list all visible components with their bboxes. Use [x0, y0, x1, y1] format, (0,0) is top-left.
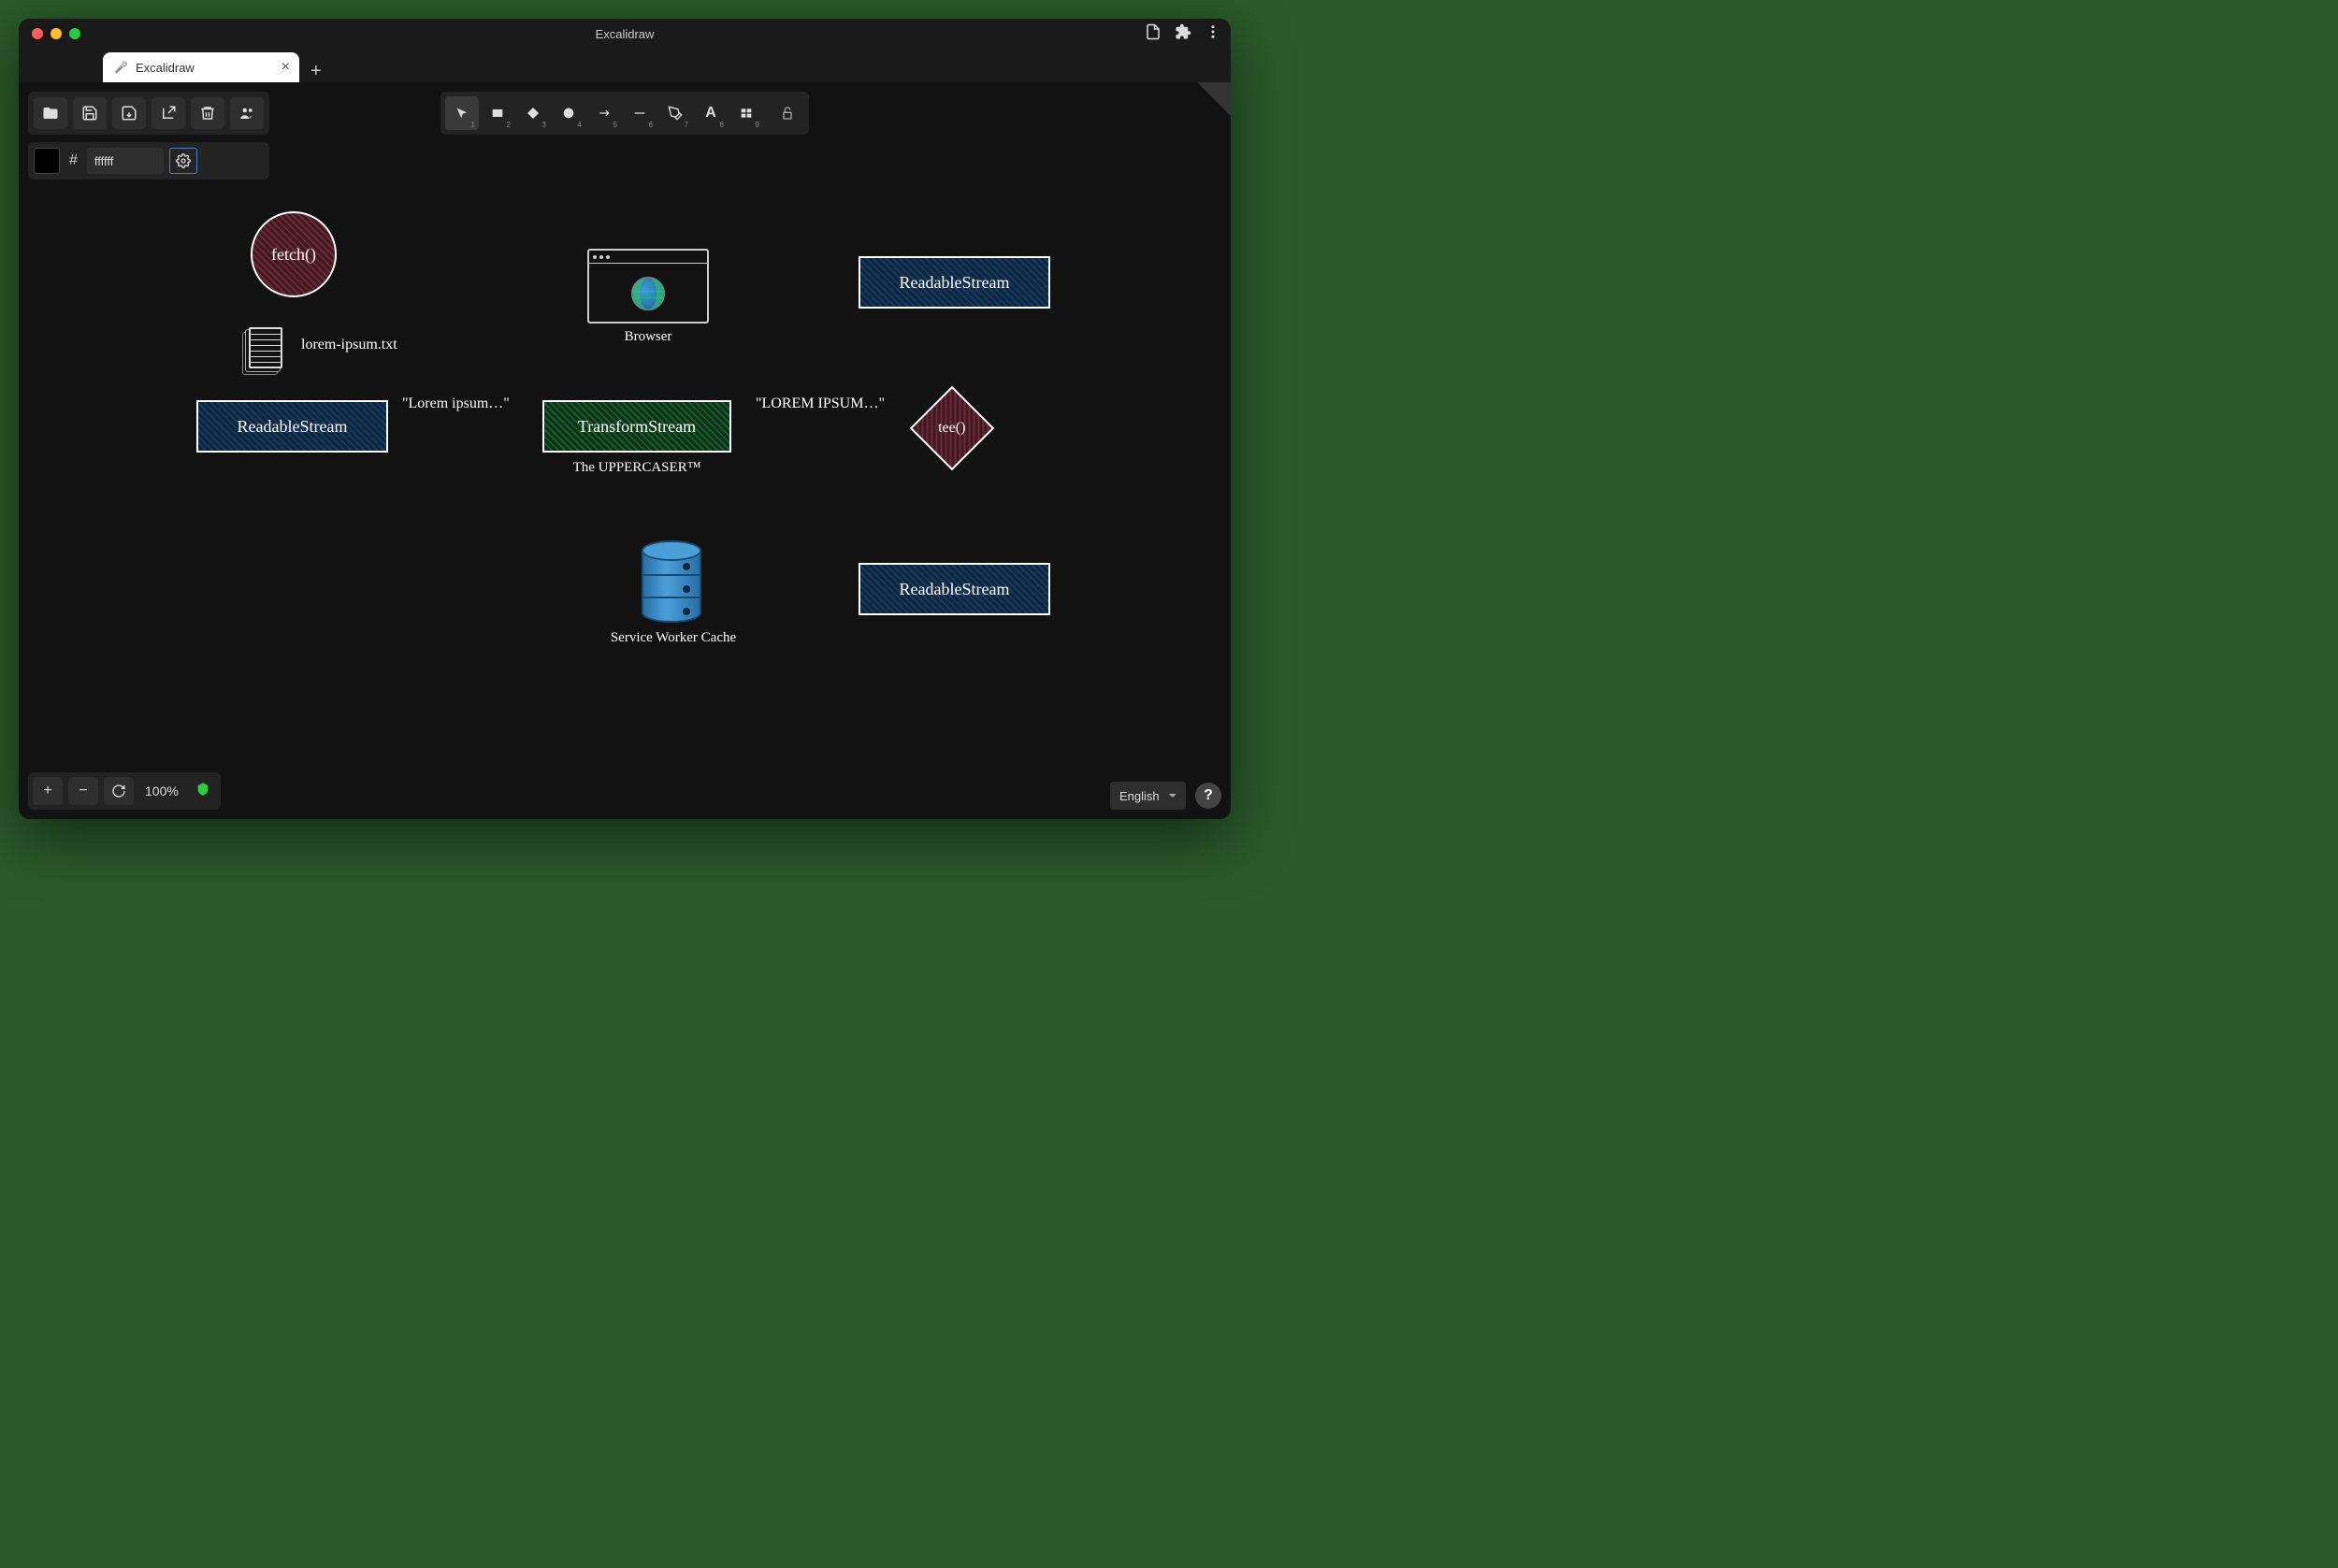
- file-icon[interactable]: [1145, 23, 1162, 45]
- node-readable-1-label: ReadableStream: [238, 417, 348, 437]
- arrows-layer: [19, 82, 299, 223]
- document-icon: [249, 327, 282, 368]
- browser-window-icon: [587, 249, 709, 324]
- node-transform[interactable]: TransformStream: [542, 400, 731, 453]
- zoom-out-button[interactable]: −: [68, 777, 98, 805]
- node-tee[interactable]: tee(): [910, 386, 995, 471]
- node-readable-2[interactable]: ReadableStream: [859, 256, 1050, 309]
- window-minimize-button[interactable]: [51, 28, 62, 39]
- tab-title: Excalidraw: [136, 61, 195, 75]
- canvas[interactable]: fetch() lorem-ipsum.txt ReadableStream "…: [19, 82, 1231, 819]
- cache-label: Service Worker Cache: [570, 630, 776, 646]
- app-body: # 1 2 3 4 5 6 7 A8 9: [19, 82, 1231, 819]
- language-select[interactable]: English: [1110, 782, 1186, 810]
- cache-cylinder-icon: [642, 540, 701, 623]
- node-readable-3-label: ReadableStream: [900, 580, 1010, 599]
- mic-icon: 🎤: [114, 61, 128, 74]
- tab-close-button[interactable]: ×: [281, 59, 290, 76]
- node-readable-3[interactable]: ReadableStream: [859, 563, 1050, 615]
- footer-right: English ?: [1110, 782, 1221, 810]
- arrow-label-lorem: "Lorem ipsum…": [402, 396, 510, 412]
- transform-subtitle: The UPPERCASER™: [542, 460, 731, 476]
- node-fetch[interactable]: fetch(): [251, 211, 337, 297]
- zoom-reset-button[interactable]: [104, 777, 134, 805]
- zoom-in-button[interactable]: +: [33, 777, 63, 805]
- tabbar: 🎤 Excalidraw × +: [19, 49, 1231, 82]
- titlebar: Excalidraw: [19, 19, 1231, 49]
- more-icon[interactable]: [1205, 23, 1221, 45]
- encryption-shield-icon[interactable]: [190, 782, 216, 801]
- window-close-button[interactable]: [32, 28, 43, 39]
- node-tee-label: tee(): [938, 420, 965, 437]
- node-fetch-label: fetch(): [271, 245, 316, 265]
- traffic-lights: [19, 28, 80, 39]
- file-label: lorem-ipsum.txt: [301, 337, 397, 353]
- zoom-bar: + − 100%: [28, 772, 221, 810]
- window-maximize-button[interactable]: [69, 28, 80, 39]
- arrow-label-upper: "LOREM IPSUM…": [756, 396, 885, 412]
- app-window: Excalidraw 🎤 Excalidraw × +: [19, 19, 1231, 819]
- window-title: Excalidraw: [596, 27, 655, 41]
- node-readable-1[interactable]: ReadableStream: [196, 400, 388, 453]
- new-tab-button[interactable]: +: [299, 61, 333, 82]
- browser-tab[interactable]: 🎤 Excalidraw ×: [103, 52, 299, 82]
- help-button[interactable]: ?: [1195, 783, 1221, 809]
- node-transform-label: TransformStream: [578, 417, 696, 437]
- globe-icon: [631, 277, 665, 310]
- extensions-icon[interactable]: [1175, 23, 1191, 45]
- browser-label: Browser: [587, 329, 709, 345]
- node-readable-2-label: ReadableStream: [900, 273, 1010, 293]
- zoom-label: 100%: [139, 784, 184, 798]
